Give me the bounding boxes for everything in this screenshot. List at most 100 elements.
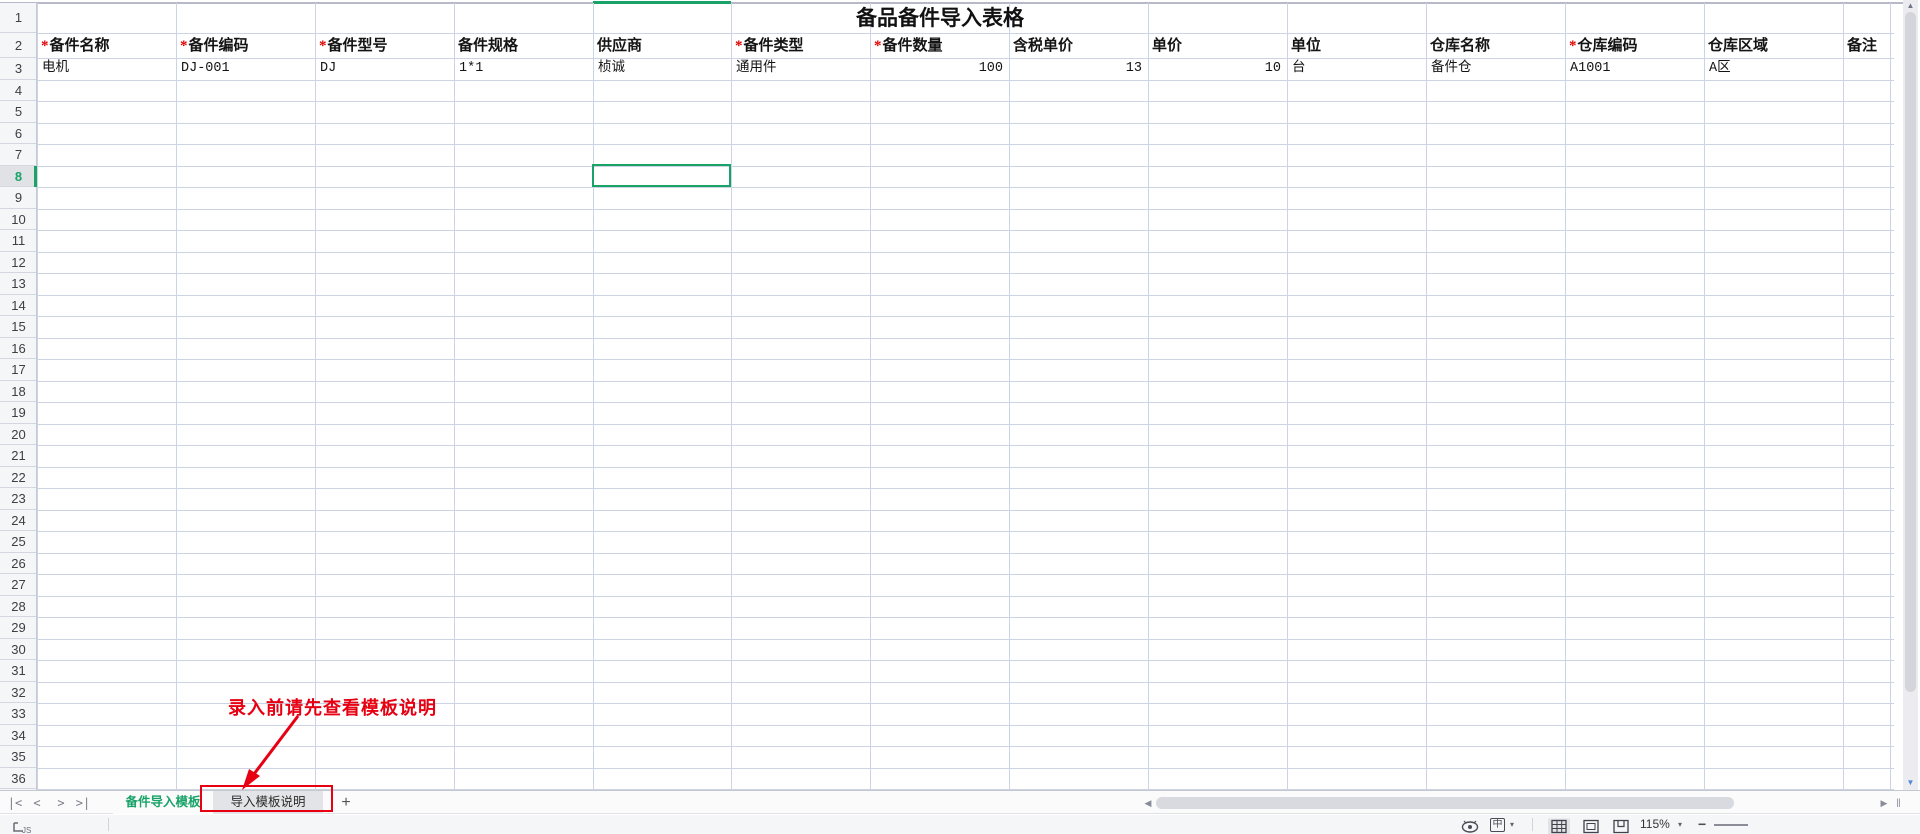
row-header[interactable]: 18 (0, 381, 37, 403)
horizontal-scrollbar-thumb[interactable] (1156, 797, 1734, 809)
row-header[interactable]: 20 (0, 424, 37, 446)
next-sheet-button[interactable]: > (52, 794, 70, 812)
column-header-cell[interactable]: 供应商 (597, 33, 727, 58)
gridline (731, 3, 732, 790)
data-cell[interactable]: DJ (320, 58, 448, 80)
row-header[interactable]: 12 (0, 252, 37, 274)
normal-view-icon[interactable] (1548, 817, 1570, 834)
gridline (454, 3, 455, 790)
data-cell[interactable]: 桢诚 (598, 58, 725, 80)
column-header-cell[interactable]: 仓库区域 (1708, 33, 1839, 58)
row-header[interactable]: 29 (0, 617, 37, 639)
row-header[interactable]: 3 (0, 58, 37, 80)
scroll-down-icon[interactable]: ▼ (1906, 778, 1915, 787)
spreadsheet-grid[interactable]: 1234567891011121314151617181920212223242… (0, 0, 1920, 790)
row-header[interactable]: 33 (0, 703, 37, 725)
selected-cell-E8[interactable] (592, 164, 731, 187)
eye-protection-icon[interactable] (1460, 817, 1480, 834)
row-header[interactable]: 5 (0, 101, 37, 123)
row-header[interactable]: 8 (0, 166, 37, 188)
column-header-cell[interactable]: *备件名称 (41, 33, 172, 58)
zoom-level[interactable]: 115% (1640, 815, 1670, 834)
row-header[interactable]: 35 (0, 746, 37, 768)
vertical-scrollbar[interactable]: ▲ ▼ (1903, 0, 1918, 790)
column-header-cell[interactable]: *仓库编码 (1569, 33, 1700, 58)
data-cell[interactable]: A区 (1709, 58, 1837, 80)
gridline (1009, 3, 1010, 790)
required-asterisk: * (180, 38, 188, 54)
column-header-cell[interactable]: 含税单价 (1013, 33, 1144, 58)
column-header-cell[interactable]: *备件类型 (735, 33, 866, 58)
chinese-convert-icon[interactable]: 中 (1490, 818, 1505, 832)
row-header[interactable]: 16 (0, 338, 37, 360)
hscroll-right-icon[interactable]: ▶ (1878, 797, 1890, 809)
data-cell[interactable]: 台 (1292, 58, 1420, 80)
prev-sheet-button[interactable]: < (28, 794, 46, 812)
data-cell[interactable]: 备件仓 (1431, 58, 1559, 80)
column-header-cell[interactable]: *备件编码 (180, 33, 311, 58)
last-sheet-button[interactable]: >| (74, 794, 92, 812)
row-header[interactable]: 9 (0, 187, 37, 209)
zoom-caret-icon[interactable]: ▾ (1678, 815, 1682, 834)
row-header[interactable]: 2 (0, 33, 37, 58)
row-header[interactable]: 26 (0, 553, 37, 575)
row-header[interactable]: 25 (0, 531, 37, 553)
zoom-out-icon[interactable]: − (1698, 815, 1706, 834)
js-macro-status-icon[interactable]: JS (12, 817, 32, 834)
page-layout-view-icon[interactable] (1580, 817, 1602, 834)
row-header[interactable]: 27 (0, 574, 37, 596)
data-cell[interactable]: 100 (875, 58, 1003, 80)
data-cell[interactable]: 13 (1014, 58, 1142, 80)
row-header[interactable]: 22 (0, 467, 37, 489)
statusbar-divider (1532, 818, 1533, 831)
data-cell[interactable]: 电机 (42, 58, 170, 80)
page-break-preview-icon[interactable] (1610, 817, 1632, 834)
column-header-cell[interactable]: 单价 (1152, 33, 1283, 58)
row-header[interactable]: 14 (0, 295, 37, 317)
column-header-cell[interactable]: 仓库名称 (1430, 33, 1561, 58)
gridline (315, 3, 316, 790)
first-sheet-button[interactable]: |< (6, 794, 24, 812)
data-cell[interactable]: 10 (1153, 58, 1281, 80)
required-asterisk: * (874, 38, 882, 54)
row-header[interactable]: 1 (0, 3, 37, 33)
column-header-cell[interactable]: *备件型号 (319, 33, 450, 58)
data-cell[interactable]: A1001 (1570, 58, 1698, 80)
scroll-up-icon[interactable]: ▲ (1906, 1, 1915, 10)
vertical-scrollbar-thumb[interactable] (1905, 12, 1916, 692)
required-asterisk: * (1569, 38, 1577, 54)
row-header[interactable]: 11 (0, 230, 37, 252)
column-header-cell[interactable]: 备注 (1847, 33, 1886, 58)
row-header[interactable]: 30 (0, 639, 37, 661)
row-header[interactable]: 10 (0, 209, 37, 231)
row-header[interactable]: 4 (0, 80, 37, 102)
hscroll-left-icon[interactable]: ◀ (1142, 797, 1154, 809)
row-header[interactable]: 19 (0, 402, 37, 424)
gridline (1148, 3, 1149, 790)
row-header[interactable]: 13 (0, 273, 37, 295)
data-cell[interactable]: DJ-001 (181, 58, 309, 80)
zoom-slider[interactable] (1714, 824, 1748, 826)
row-header[interactable]: 6 (0, 123, 37, 145)
data-cell[interactable]: 1*1 (459, 58, 587, 80)
row-header-column[interactable]: 1234567891011121314151617181920212223242… (0, 3, 37, 790)
row-header[interactable]: 28 (0, 596, 37, 618)
chinese-convert-caret-icon[interactable]: ▾ (1510, 815, 1514, 834)
row-header[interactable]: 21 (0, 445, 37, 467)
pane-split-handle[interactable]: ‖ (1896, 796, 1904, 810)
row-header[interactable]: 7 (0, 144, 37, 166)
row-header[interactable]: 17 (0, 359, 37, 381)
row-header[interactable]: 15 (0, 316, 37, 338)
row-header[interactable]: 32 (0, 682, 37, 704)
row-header[interactable]: 31 (0, 660, 37, 682)
row-header[interactable]: 23 (0, 488, 37, 510)
row-header[interactable]: 34 (0, 725, 37, 747)
add-sheet-button[interactable]: + (336, 793, 356, 813)
column-header-cell[interactable]: 单位 (1291, 33, 1422, 58)
row-header[interactable]: 24 (0, 510, 37, 532)
column-header-cell[interactable]: *备件数量 (874, 33, 1005, 58)
sheet-tab-import-template[interactable]: 备件导入模板 (113, 791, 213, 814)
column-header-cell[interactable]: 备件规格 (458, 33, 589, 58)
data-cell[interactable]: 通用件 (736, 58, 864, 80)
row-header[interactable]: 36 (0, 768, 37, 790)
